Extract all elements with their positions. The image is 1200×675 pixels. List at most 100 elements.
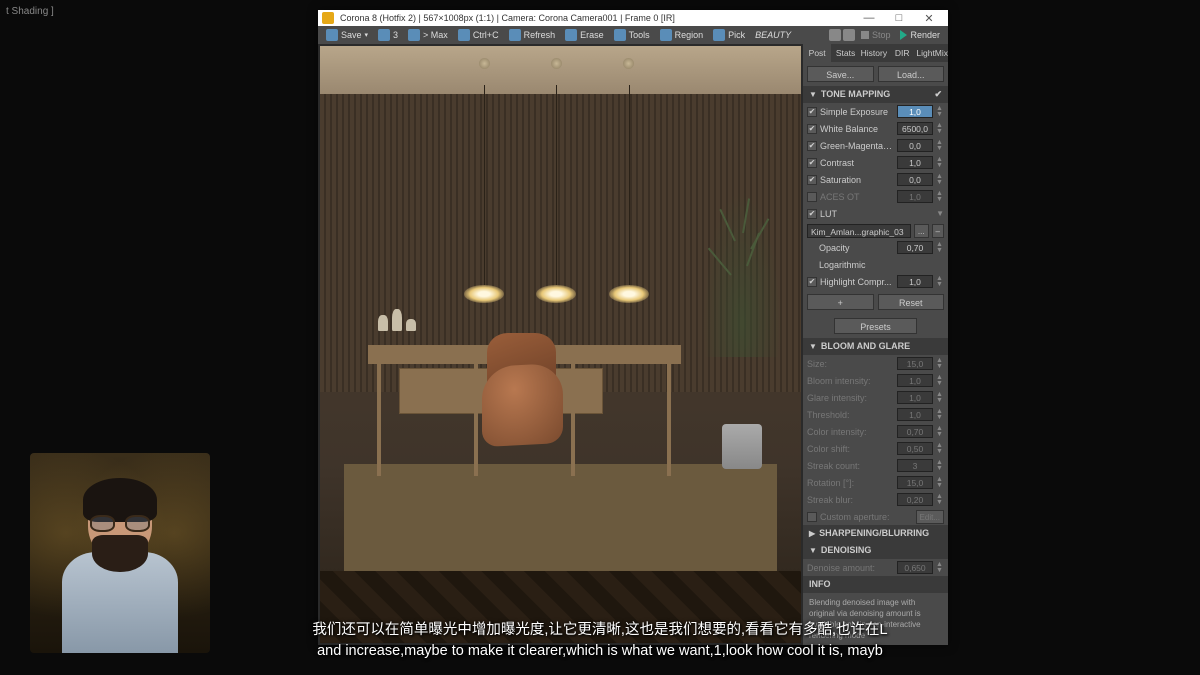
lut-checkbox[interactable]: ✔: [807, 209, 817, 219]
render-button[interactable]: Render: [896, 30, 944, 40]
rotation-spinner[interactable]: ▲▼: [936, 477, 944, 489]
video-subtitles: 我们还可以在简单曝光中增加曝光度,让它更清晰,这也是我们想要的,看看它有多酷,也…: [144, 620, 1056, 661]
section-info[interactable]: INFO: [803, 576, 948, 593]
glare-intensity-value[interactable]: 1,0: [897, 391, 933, 404]
section-bloom-glare[interactable]: ▼BLOOM AND GLARE: [803, 338, 948, 355]
custom-aperture-label: Custom aperture:: [820, 512, 913, 522]
saturation-value[interactable]: 0,0: [897, 173, 933, 186]
highlight-value[interactable]: 1,0: [897, 275, 933, 288]
aces-value[interactable]: 1,0: [897, 190, 933, 203]
contrast-spinner[interactable]: ▲▼: [936, 157, 944, 169]
close-button[interactable]: ✕: [914, 12, 944, 25]
aces-label: ACES OT: [820, 192, 894, 202]
glare-intensity-spinner[interactable]: ▲▼: [936, 392, 944, 404]
exposure-checkbox[interactable]: ✔: [807, 107, 817, 117]
background-label: t Shading ]: [6, 6, 54, 17]
color-intensity-spinner[interactable]: ▲▼: [936, 426, 944, 438]
pick-button[interactable]: Pick: [709, 29, 749, 41]
lut-browse-button[interactable]: ...: [914, 224, 929, 238]
titlebar[interactable]: Corona 8 (Hotfix 2) | 567×1008px (1:1) |…: [318, 10, 948, 26]
custom-aperture-edit-button[interactable]: Edit...: [916, 510, 944, 524]
whitebalance-checkbox[interactable]: ✔: [807, 124, 817, 134]
tab-stats[interactable]: Stats: [831, 44, 859, 62]
denoise-amount-spinner[interactable]: ▲▼: [936, 562, 944, 574]
glare-intensity-label: Glare intensity:: [807, 393, 894, 403]
max-button[interactable]: > Max: [404, 29, 452, 41]
whitebalance-spinner[interactable]: ▲▼: [936, 123, 944, 135]
bloom-size-spinner[interactable]: ▲▼: [936, 358, 944, 370]
section-sharpening[interactable]: ▶SHARPENING/BLURRING: [803, 525, 948, 542]
lut-clear-button[interactable]: –: [932, 224, 944, 238]
zoom-icon[interactable]: [843, 29, 855, 41]
opacity-spinner[interactable]: ▲▼: [936, 242, 944, 254]
three-button[interactable]: 3: [374, 29, 402, 41]
refresh-button[interactable]: Refresh: [505, 29, 560, 41]
tab-history[interactable]: History: [860, 44, 888, 62]
streak-blur-value[interactable]: 0,20: [897, 493, 933, 506]
contrast-checkbox[interactable]: ✔: [807, 158, 817, 168]
opacity-value[interactable]: 0,70: [897, 241, 933, 254]
highlight-spinner[interactable]: ▲▼: [936, 276, 944, 288]
toolbar: Save▾ 3 > Max Ctrl+C Refresh Erase Tools…: [318, 26, 948, 44]
bloom-size-value[interactable]: 15,0: [897, 357, 933, 370]
tab-lightmix[interactable]: LightMix: [916, 44, 948, 62]
aces-checkbox[interactable]: [807, 192, 817, 202]
saturation-checkbox[interactable]: ✔: [807, 175, 817, 185]
presets-button[interactable]: Presets: [834, 318, 916, 334]
whitebalance-value[interactable]: 6500,0: [897, 122, 933, 135]
bloom-intensity-value[interactable]: 1,0: [897, 374, 933, 387]
color-intensity-value[interactable]: 0,70: [897, 425, 933, 438]
greenmagenta-spinner[interactable]: ▲▼: [936, 140, 944, 152]
color-shift-label: Color shift:: [807, 444, 894, 454]
exposure-value[interactable]: 1,0: [897, 105, 933, 118]
lock-icon[interactable]: [829, 29, 841, 41]
contrast-value[interactable]: 1,0: [897, 156, 933, 169]
tools-button[interactable]: Tools: [610, 29, 654, 41]
bloom-intensity-label: Bloom intensity:: [807, 376, 894, 386]
greenmagenta-label: Green-Magenta Ti...: [820, 141, 894, 151]
greenmagenta-checkbox[interactable]: ✔: [807, 141, 817, 151]
streak-count-label: Streak count:: [807, 461, 894, 471]
save-settings-button[interactable]: Save...: [807, 66, 874, 82]
streak-count-value[interactable]: 3: [897, 459, 933, 472]
region-icon: [660, 29, 672, 41]
section-tone-mapping[interactable]: ▼TONE MAPPING✔: [803, 86, 948, 103]
section-denoising[interactable]: ▼DENOISING: [803, 542, 948, 559]
bloom-intensity-spinner[interactable]: ▲▼: [936, 375, 944, 387]
maximize-button[interactable]: □: [884, 12, 914, 24]
tab-dir[interactable]: DIR: [888, 44, 916, 62]
tab-post[interactable]: Post: [803, 44, 831, 62]
denoise-amount-value[interactable]: 0,650: [897, 561, 933, 574]
highlight-label: Highlight Compr...: [820, 277, 894, 287]
color-shift-spinner[interactable]: ▲▼: [936, 443, 944, 455]
exposure-spinner[interactable]: ▲▼: [936, 106, 944, 118]
window-title: Corona 8 (Hotfix 2) | 567×1008px (1:1) |…: [340, 13, 675, 23]
pass-selector[interactable]: BEAUTY: [751, 30, 795, 40]
render-viewport[interactable]: [318, 44, 803, 645]
exposure-label: Simple Exposure: [820, 107, 894, 117]
rotation-value[interactable]: 15,0: [897, 476, 933, 489]
highlight-checkbox[interactable]: ✔: [807, 277, 817, 287]
greenmagenta-value[interactable]: 0,0: [897, 139, 933, 152]
save-icon: [326, 29, 338, 41]
lut-file-dropdown[interactable]: Kim_Amlan...graphic_03: [807, 224, 911, 238]
aces-spinner[interactable]: ▲▼: [936, 191, 944, 203]
streak-blur-spinner[interactable]: ▲▼: [936, 494, 944, 506]
reset-button[interactable]: Reset: [878, 294, 945, 310]
save-button[interactable]: Save▾: [322, 29, 372, 41]
threshold-spinner[interactable]: ▲▼: [936, 409, 944, 421]
threshold-value[interactable]: 1,0: [897, 408, 933, 421]
streak-count-spinner[interactable]: ▲▼: [936, 460, 944, 472]
load-settings-button[interactable]: Load...: [878, 66, 945, 82]
contrast-label: Contrast: [820, 158, 894, 168]
denoise-amount-label: Denoise amount:: [807, 563, 894, 573]
add-operator-button[interactable]: +: [807, 294, 874, 310]
custom-aperture-checkbox[interactable]: [807, 512, 817, 522]
erase-button[interactable]: Erase: [561, 29, 608, 41]
copy-button[interactable]: Ctrl+C: [454, 29, 503, 41]
region-button[interactable]: Region: [656, 29, 708, 41]
minimize-button[interactable]: —: [854, 12, 884, 24]
saturation-spinner[interactable]: ▲▼: [936, 174, 944, 186]
color-shift-value[interactable]: 0,50: [897, 442, 933, 455]
stop-button[interactable]: Stop: [857, 30, 895, 40]
